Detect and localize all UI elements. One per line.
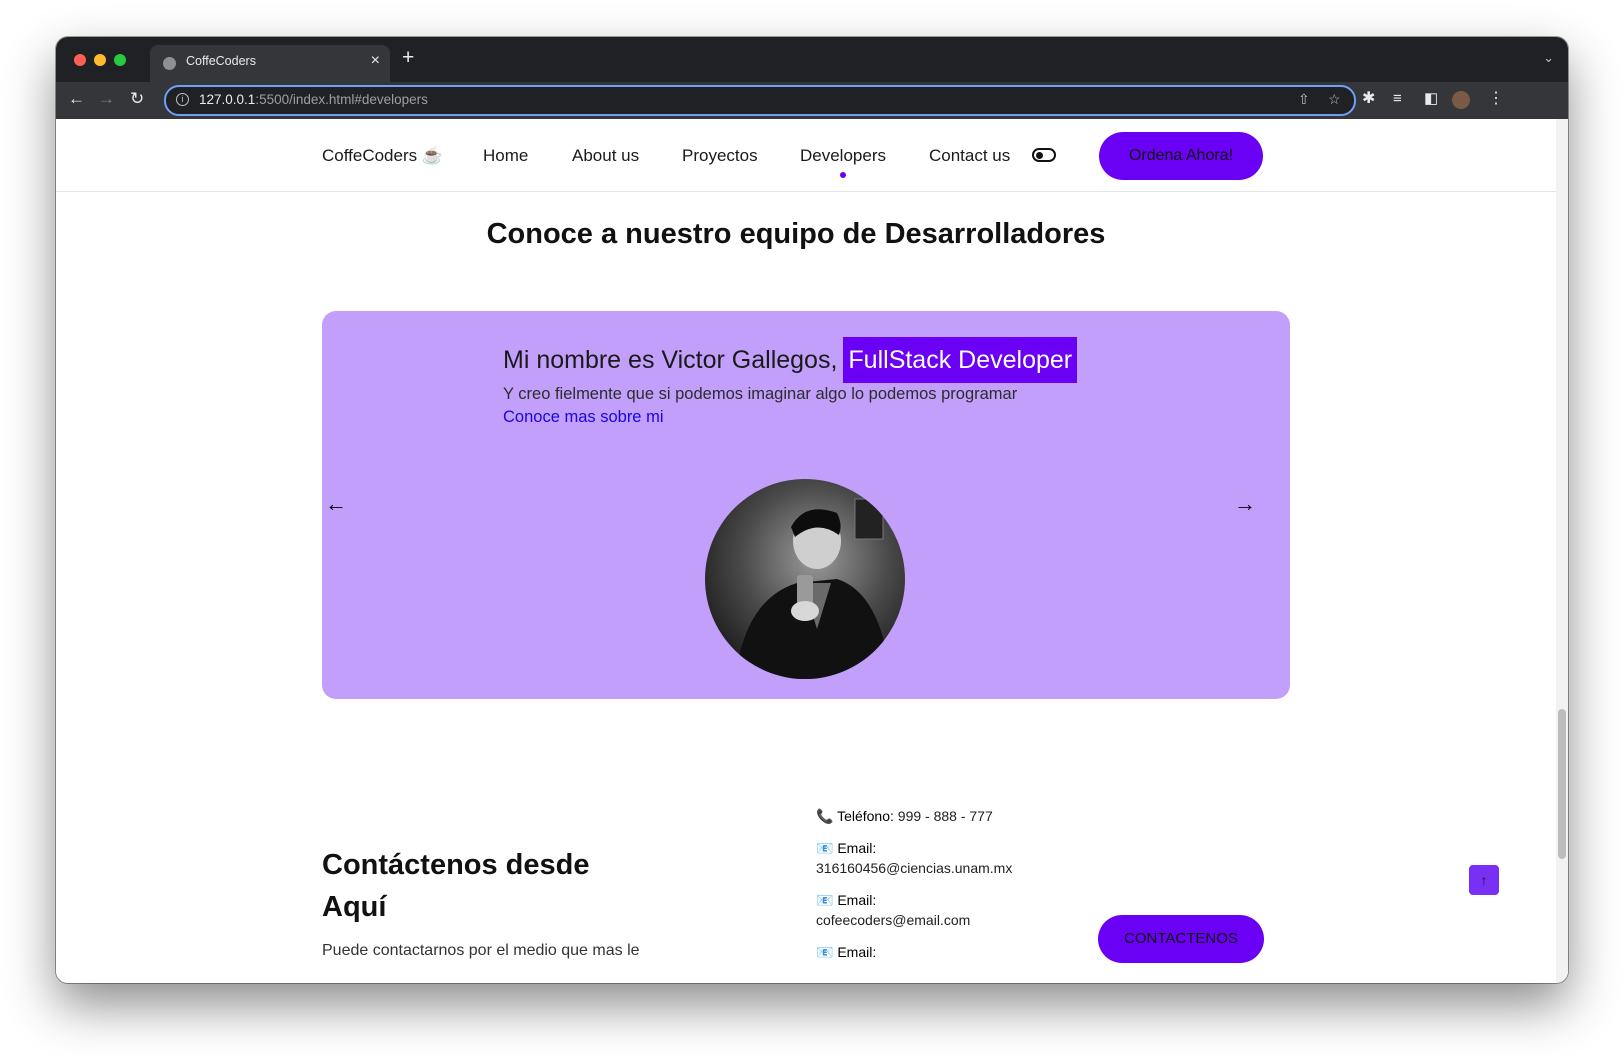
browser-tab[interactable]: CoffeCoders × (150, 45, 390, 82)
side-panel-icon[interactable]: ◧ (1424, 89, 1438, 109)
phone-value: 999 - 888 - 777 (897, 808, 993, 824)
reload-icon[interactable]: ↻ (130, 89, 144, 109)
contact-us-button[interactable]: CONTACTENOS (1098, 915, 1264, 963)
learn-more-link[interactable]: Conoce mas sobre mi (503, 408, 663, 427)
site-navbar: CoffeCoders ☕ Home About us Proyectos De… (56, 119, 1556, 192)
order-now-button[interactable]: Ordena Ahora! (1099, 132, 1263, 180)
nav-item-developers[interactable]: Developers (800, 146, 886, 166)
scrollbar-thumb[interactable] (1558, 709, 1566, 859)
carousel-next-arrow-icon[interactable]: → (1234, 491, 1256, 517)
developer-heading: Mi nombre es Victor Gallegos, FullStack D… (503, 337, 1078, 383)
contact-section-title: Contáctenos desde Aquí (322, 849, 590, 923)
developer-carousel: Mi nombre es Victor Gallegos, FullStack D… (322, 311, 1290, 699)
brand-logo[interactable]: CoffeCoders ☕ (322, 146, 443, 166)
developer-portrait-drawing (735, 498, 891, 679)
email-icon: 📧 (816, 944, 834, 960)
carousel-prev-arrow-icon[interactable]: ← (325, 491, 347, 517)
maximize-window-button[interactable] (114, 54, 126, 66)
phone-icon: 📞 (816, 808, 834, 824)
developer-photo (705, 479, 905, 679)
close-tab-icon[interactable]: × (371, 52, 380, 70)
email-line-3: 📧 Email: (816, 944, 876, 961)
nav-item-contact-us[interactable]: Contact us (929, 146, 1010, 166)
toggle-knob (1036, 151, 1043, 159)
scroll-to-top-button[interactable]: ↑ (1469, 865, 1499, 895)
developer-name: Mi nombre es Victor Gallegos, (503, 346, 838, 374)
page-viewport: CoffeCoders ☕ Home About us Proyectos De… (56, 119, 1568, 983)
page-scrollbar[interactable] (1556, 119, 1568, 983)
nav-active-indicator (840, 172, 846, 178)
tab-title: CoffeCoders (186, 54, 256, 68)
globe-icon (163, 57, 176, 70)
new-tab-button[interactable]: + (402, 46, 414, 70)
extensions-icon[interactable]: ✱ (1362, 89, 1375, 109)
address-bar[interactable]: i 127.0.0.1:5500/index.html#developers ⇧… (164, 85, 1356, 116)
email-line-1: 📧 Email: (816, 840, 876, 857)
email-icon: 📧 (816, 892, 834, 908)
email-icon: 📧 (816, 840, 834, 856)
email-line-2: 📧 Email: (816, 892, 876, 909)
developer-role-badge: FullStack Developer (843, 337, 1078, 383)
browser-toolbar: ← → ↻ i 127.0.0.1:5500/index.html#develo… (56, 82, 1568, 119)
site-info-icon[interactable]: i (176, 93, 189, 106)
email-label: Email: (837, 944, 877, 960)
bookmark-star-icon[interactable]: ☆ (1328, 91, 1341, 108)
reading-list-icon[interactable]: ≡ (1393, 89, 1402, 109)
phone-line: 📞 Teléfono: 999 - 888 - 777 (816, 808, 993, 825)
browser-window: CoffeCoders × + ⌄ ← → ↻ i 127.0.0.1:5500… (56, 37, 1568, 983)
email-label: Email: (837, 892, 877, 908)
back-icon[interactable]: ← (68, 89, 85, 109)
developers-section-title: Conoce a nuestro equipo de Desarrollador… (486, 218, 1106, 250)
nav-item-home[interactable]: Home (483, 146, 528, 166)
profile-avatar[interactable] (1452, 91, 1470, 109)
contact-description: Puede contactarnos por el medio que mas … (322, 942, 640, 959)
developer-quote: Y creo fielmente que si podemos imaginar… (503, 385, 1018, 403)
minimize-window-button[interactable] (94, 54, 106, 66)
browser-menu-icon[interactable]: ⋮ (1488, 89, 1504, 109)
phone-label: Teléfono: (837, 808, 894, 824)
url-text: 127.0.0.1:5500/index.html#developers (199, 92, 428, 107)
tab-strip: CoffeCoders × + ⌄ (56, 37, 1568, 82)
close-window-button[interactable] (74, 54, 86, 66)
nav-item-about-us[interactable]: About us (572, 146, 639, 166)
share-icon[interactable]: ⇧ (1298, 91, 1310, 108)
email-value-2: cofeecoders@email.com (816, 912, 971, 928)
theme-toggle[interactable] (1032, 148, 1056, 162)
email-label: Email: (837, 840, 877, 856)
forward-icon[interactable]: → (98, 89, 115, 109)
tab-search-chevron-icon[interactable]: ⌄ (1543, 50, 1554, 66)
email-value-1: 316160456@ciencias.unam.mx (816, 860, 1013, 876)
nav-item-proyectos[interactable]: Proyectos (682, 146, 758, 166)
